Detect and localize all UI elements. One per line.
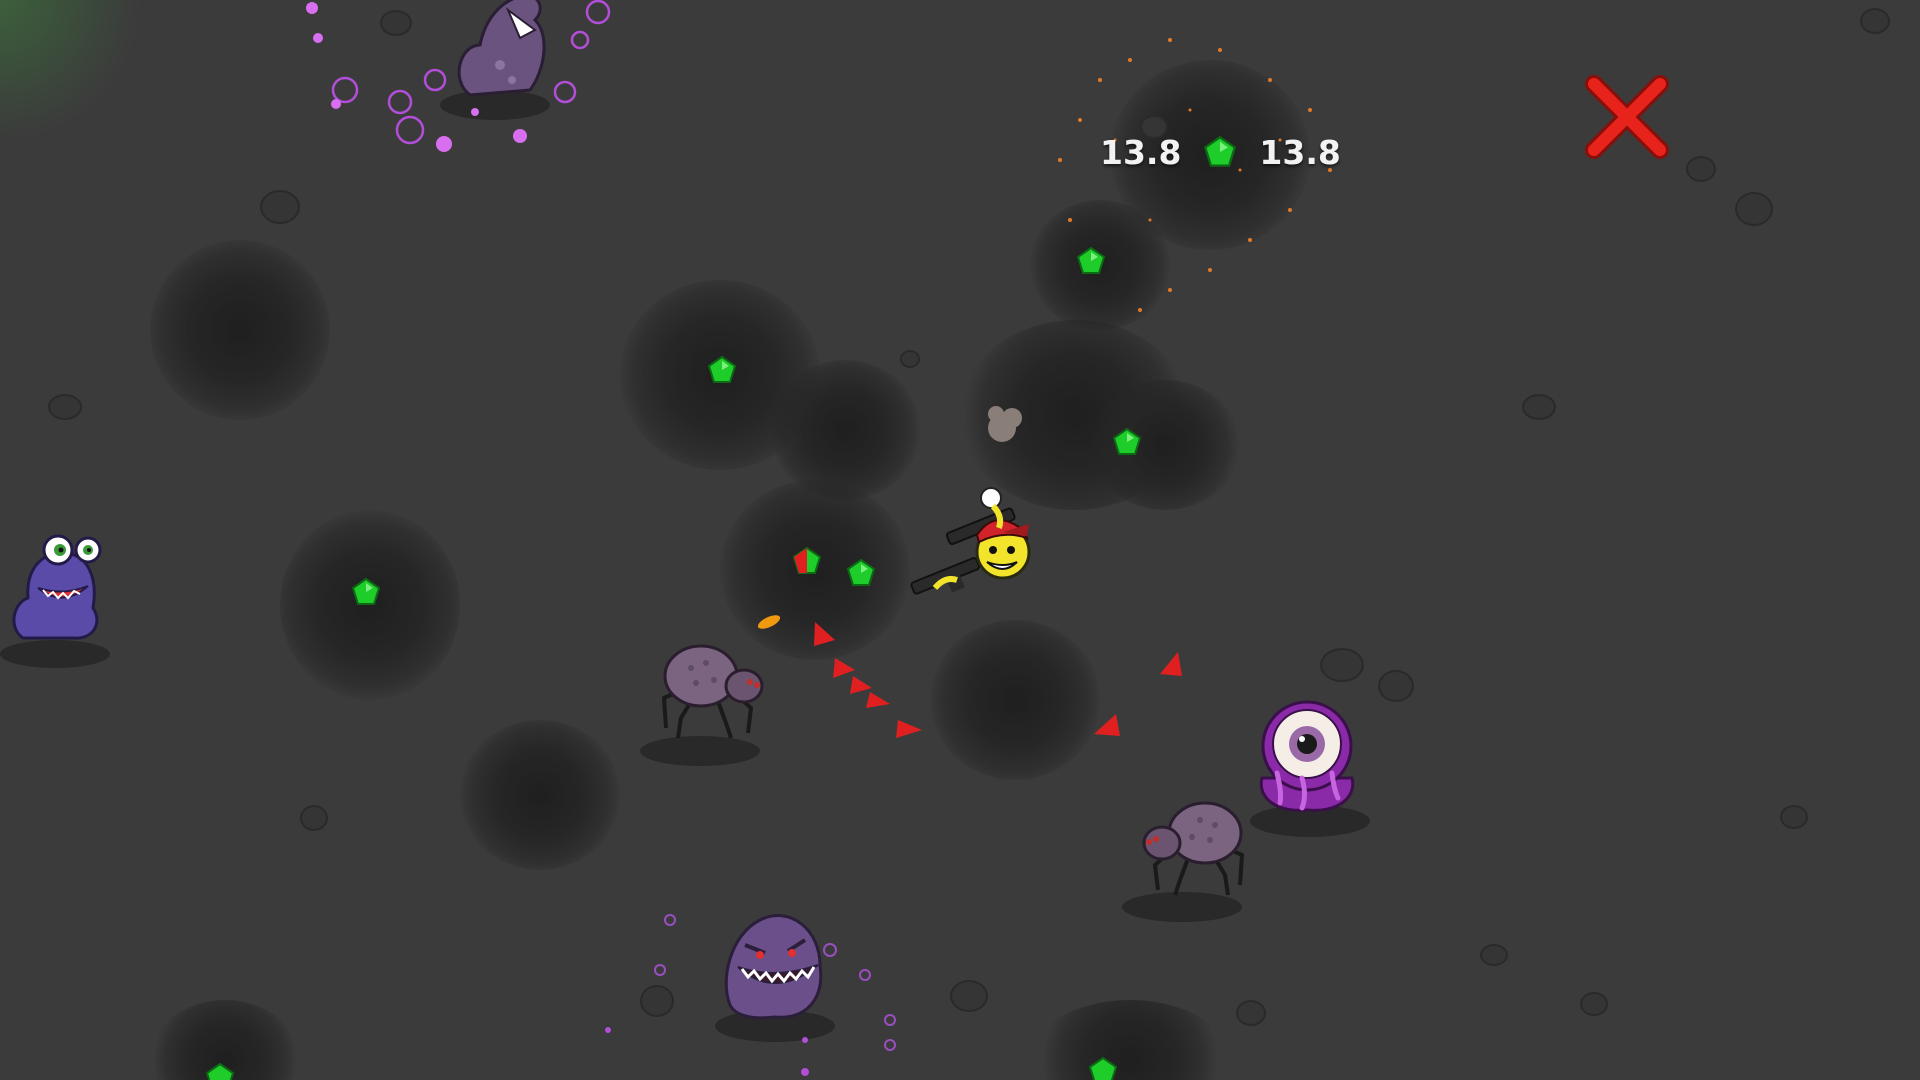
ink-splat	[460, 720, 620, 870]
ground-pebble	[1522, 394, 1556, 420]
close-icon[interactable]	[1584, 74, 1670, 160]
blob-enemy[interactable]	[8, 528, 108, 648]
gem-pickup[interactable]	[707, 355, 737, 385]
game-canvas[interactable]: 13.8 13.8	[0, 0, 1920, 1080]
ground-pebble	[1686, 156, 1716, 182]
gem-pickup[interactable]	[792, 546, 822, 576]
bullet-projectile	[757, 615, 781, 629]
ground-pebble	[1320, 648, 1364, 682]
ink-splat	[150, 240, 330, 420]
gem-right-value: 13.8	[1259, 132, 1341, 172]
spider-enemy[interactable]	[656, 638, 776, 748]
ground-pebble	[950, 980, 988, 1012]
dust-puff	[988, 406, 1022, 442]
magic-bubbles	[605, 914, 896, 1076]
ink-splat	[1030, 1000, 1230, 1080]
gem-counter-hud: 13.8 13.8	[1100, 128, 1341, 176]
ground-pebble	[300, 805, 328, 831]
aim-indicator	[814, 622, 1182, 738]
ground-pebble	[48, 394, 82, 420]
ground-pebble	[1860, 8, 1890, 34]
gem-pickup[interactable]	[1112, 427, 1142, 457]
eyeball-enemy[interactable]	[1252, 698, 1362, 818]
gem-pickup[interactable]	[846, 558, 876, 588]
ground-pebble	[1580, 992, 1608, 1016]
gem-icon	[1204, 135, 1237, 167]
ground-pebble	[1236, 1000, 1266, 1026]
player-character[interactable]	[895, 480, 1045, 610]
ground-pebble	[900, 350, 920, 368]
ground-pebble	[260, 190, 300, 224]
ink-splat	[770, 360, 920, 500]
gem-pickup[interactable]	[1088, 1056, 1118, 1080]
gem-pickup[interactable]	[351, 577, 381, 607]
gem-left-value: 13.8	[1100, 132, 1182, 172]
ground-pebble	[1735, 192, 1773, 226]
ground-pebble	[1780, 805, 1808, 829]
ground-pebble	[1480, 944, 1508, 966]
magic-bubbles	[306, 0, 611, 152]
spider-enemy[interactable]	[1130, 795, 1250, 905]
gem-pickup[interactable]	[205, 1062, 235, 1080]
gem-pickup[interactable]	[1076, 246, 1106, 276]
ground-pebble	[1378, 670, 1414, 702]
